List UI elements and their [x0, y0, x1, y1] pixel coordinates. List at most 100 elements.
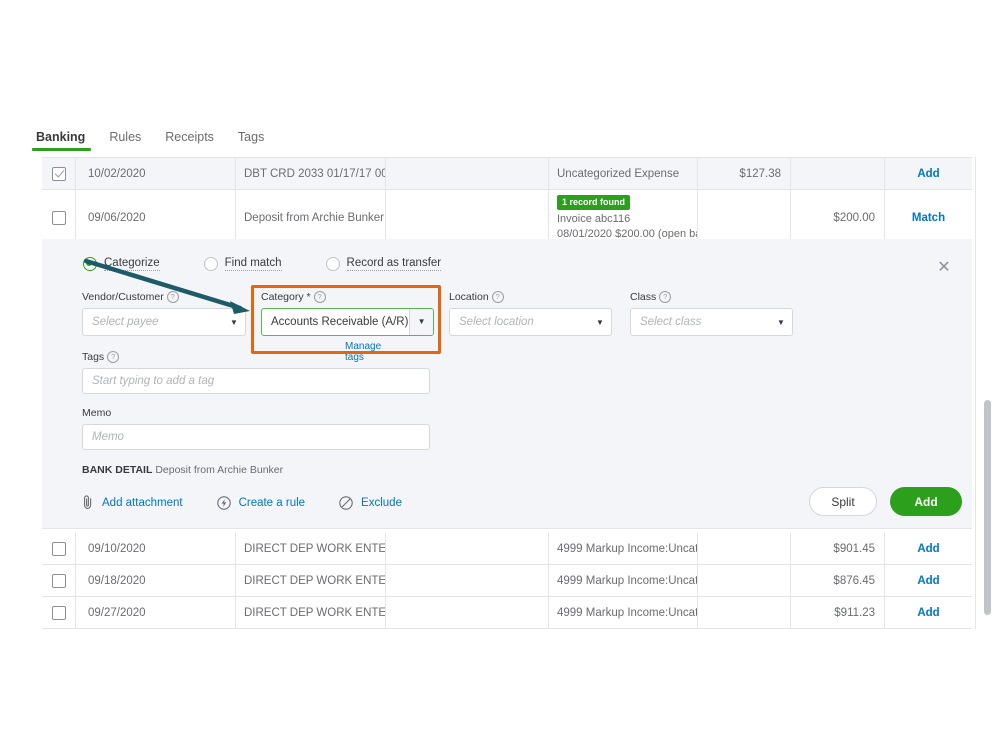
cell-date: 10/02/2020 — [76, 158, 236, 189]
cell-date: 09/27/2020 — [76, 597, 236, 628]
tab-banking[interactable]: Banking — [36, 130, 99, 151]
location-value: Select location — [450, 316, 589, 328]
chevron-down-icon: ▼ — [223, 318, 245, 327]
chevron-down-icon: ▼ — [409, 309, 433, 335]
cell-received: $200.00 — [791, 190, 885, 246]
category-select[interactable]: Accounts Receivable (A/R) - ▼ — [261, 308, 434, 336]
cell-received — [791, 158, 885, 189]
cell-match-details: 1 record found Invoice abc116 08/01/2020… — [549, 190, 698, 246]
row-action-add[interactable]: Add — [885, 533, 972, 564]
vendor-customer-label: Vendor/Customer? — [82, 291, 246, 303]
tags-input[interactable]: Start typing to add a tag — [82, 368, 430, 394]
add-button[interactable]: Add — [890, 487, 962, 516]
row-checkbox-cell[interactable] — [42, 533, 76, 564]
help-icon[interactable]: ? — [659, 291, 671, 303]
tab-bar: Banking Rules Receipts Tags — [0, 130, 999, 158]
split-button[interactable]: Split — [809, 487, 877, 516]
cell-category: 4999 Markup Income:Uncategoriz — [549, 533, 698, 564]
tab-receipts[interactable]: Receipts — [165, 130, 228, 151]
tab-tags[interactable]: Tags — [238, 130, 278, 151]
row-action-add[interactable]: Add — [885, 597, 972, 628]
row-action-add[interactable]: Add — [885, 565, 972, 596]
tags-label: Tags? — [82, 351, 430, 363]
row-checkbox[interactable] — [52, 167, 66, 181]
cell-category: 4999 Markup Income:Uncategoriz — [549, 565, 698, 596]
field-category: Category *? Accounts Receivable (A/R) - … — [261, 291, 434, 336]
location-select[interactable]: Select location ▼ — [449, 308, 612, 336]
tab-rules[interactable]: Rules — [109, 130, 155, 151]
cell-description: DIRECT DEP WORK ENTERPRIS... — [236, 533, 386, 564]
cell-payee — [386, 190, 549, 246]
match-invoice: Invoice abc116 — [557, 212, 630, 227]
row-checkbox-cell[interactable] — [42, 565, 76, 596]
radio-record-as-transfer-dot — [326, 257, 340, 271]
bank-detail-value: Deposit from Archie Bunker — [155, 464, 283, 476]
radio-categorize-label: Categorize — [104, 257, 160, 271]
row-checkbox[interactable] — [52, 542, 66, 556]
row-checkbox[interactable] — [52, 574, 66, 588]
cell-date: 09/10/2020 — [76, 533, 236, 564]
cell-spent — [698, 190, 791, 246]
field-memo: Memo Memo — [82, 407, 430, 450]
scrollbar-thumb[interactable] — [984, 400, 991, 615]
row-checkbox-cell[interactable] — [42, 158, 76, 189]
exclude-label: Exclude — [361, 497, 402, 509]
transactions-table: 10/02/2020 DBT CRD 2033 01/17/17 00023..… — [42, 157, 972, 247]
mode-radio-group: Categorize Find match Record as transfer — [83, 257, 441, 271]
help-icon[interactable]: ? — [107, 351, 119, 363]
exclude-link[interactable]: Exclude — [339, 496, 402, 510]
category-value: Accounts Receivable (A/R) - — [262, 316, 409, 328]
table-row[interactable]: 09/10/2020 DIRECT DEP WORK ENTERPRIS... … — [42, 533, 972, 565]
table-row[interactable]: 09/27/2020 DIRECT DEP WORK ENTERPRIS... … — [42, 597, 972, 629]
location-label: Location? — [449, 291, 612, 303]
radio-record-as-transfer-label: Record as transfer — [347, 257, 442, 271]
cell-date: 09/06/2020 — [76, 190, 236, 246]
radio-find-match-label: Find match — [225, 257, 282, 271]
row-action-add[interactable]: Add — [885, 158, 972, 189]
class-value: Select class — [631, 316, 770, 328]
cell-category: 4999 Markup Income:Uncategoriz — [549, 597, 698, 628]
class-label: Class? — [630, 291, 793, 303]
bolt-icon — [217, 496, 231, 510]
cell-description: DBT CRD 2033 01/17/17 00023... — [236, 158, 386, 189]
cell-date: 09/18/2020 — [76, 565, 236, 596]
table-row[interactable]: 10/02/2020 DBT CRD 2033 01/17/17 00023..… — [42, 158, 972, 190]
chevron-down-icon: ▼ — [770, 318, 792, 327]
radio-find-match[interactable]: Find match — [204, 257, 282, 271]
tab-tags-label: Tags — [238, 130, 264, 144]
transactions-table-lower: 09/10/2020 DIRECT DEP WORK ENTERPRIS... … — [42, 533, 972, 629]
table-row[interactable]: 09/18/2020 DIRECT DEP WORK ENTERPRIS... … — [42, 565, 972, 597]
transaction-editor-panel: Categorize Find match Record as transfer… — [42, 239, 972, 529]
cell-payee — [386, 533, 549, 564]
cell-category: Uncategorized Expense — [549, 158, 698, 189]
bank-detail: BANK DETAIL Deposit from Archie Bunker — [82, 464, 283, 476]
help-icon[interactable]: ? — [167, 291, 179, 303]
close-icon[interactable]: ✕ — [935, 259, 953, 277]
radio-record-as-transfer[interactable]: Record as transfer — [326, 257, 442, 271]
memo-input[interactable]: Memo — [82, 424, 430, 450]
row-checkbox[interactable] — [52, 606, 66, 620]
help-icon[interactable]: ? — [314, 291, 326, 303]
add-attachment-label: Add attachment — [102, 497, 183, 509]
table-right-edge — [975, 157, 976, 629]
record-found-badge: 1 record found — [557, 195, 630, 210]
cell-spent — [698, 597, 791, 628]
help-icon[interactable]: ? — [492, 291, 504, 303]
add-attachment-link[interactable]: Add attachment — [82, 495, 183, 510]
row-action-match[interactable]: Match — [885, 190, 972, 246]
radio-categorize[interactable]: Categorize — [83, 257, 160, 271]
cell-payee — [386, 597, 549, 628]
vendor-customer-value: Select payee — [83, 316, 223, 328]
memo-label: Memo — [82, 407, 430, 419]
cell-payee — [386, 158, 549, 189]
row-checkbox[interactable] — [52, 211, 66, 225]
cell-spent — [698, 533, 791, 564]
panel-action-links: Add attachment Create a rule Exclude — [82, 495, 402, 510]
field-vendor-customer: Vendor/Customer? Select payee ▼ — [82, 291, 246, 336]
cell-payee — [386, 565, 549, 596]
row-checkbox-cell[interactable] — [42, 597, 76, 628]
row-checkbox-cell[interactable] — [42, 190, 76, 246]
create-rule-link[interactable]: Create a rule — [217, 496, 305, 510]
class-select[interactable]: Select class ▼ — [630, 308, 793, 336]
vendor-customer-select[interactable]: Select payee ▼ — [82, 308, 246, 336]
